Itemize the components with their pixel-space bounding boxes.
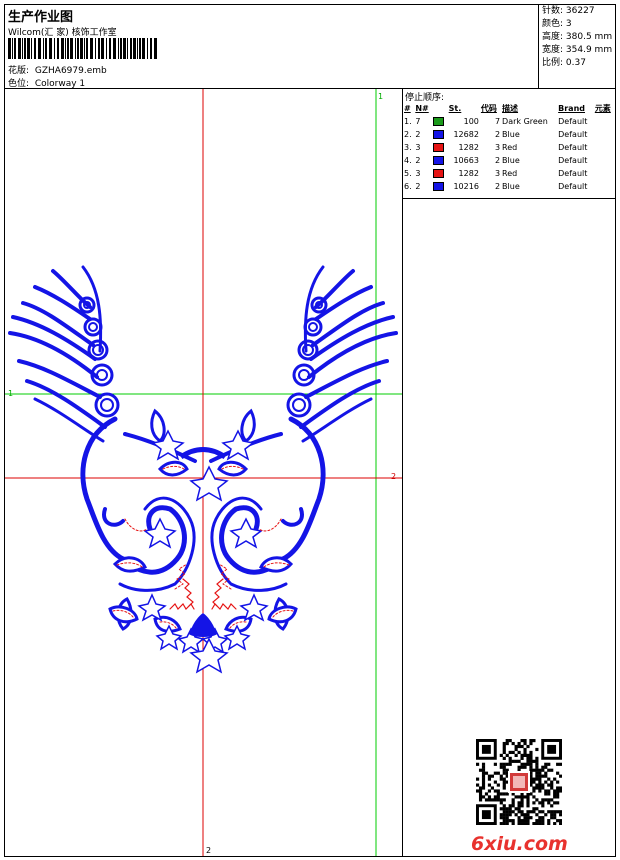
row-brand: Default xyxy=(558,156,588,165)
table-row: 2. 2 12682 2 Blue Default xyxy=(403,128,615,141)
row-description: Red xyxy=(502,143,518,152)
row-needle: 2 xyxy=(415,182,421,191)
color-swatch xyxy=(433,156,445,165)
stat-height: 高度: 380.5 mm xyxy=(542,32,613,42)
row-code: 7 xyxy=(494,117,501,126)
design-left-half xyxy=(8,265,205,654)
row-swatch xyxy=(432,115,447,128)
qr-code xyxy=(476,739,562,825)
row-index: 6. xyxy=(404,182,412,191)
color-swatch xyxy=(433,182,445,191)
pattern-label: 花版: xyxy=(8,66,30,76)
row-stitches: 10216 xyxy=(453,182,479,191)
row-description: Blue xyxy=(502,130,520,139)
table-row: 1. 7 100 7 Dark Green Default xyxy=(403,115,615,128)
row-element xyxy=(594,141,615,154)
col-description: 描述 xyxy=(502,104,519,113)
col-swatch xyxy=(432,102,447,115)
row-element xyxy=(594,167,615,180)
colorway-label: 色位: xyxy=(8,79,30,89)
row-swatch xyxy=(432,167,447,180)
table-header-row: # N# St. 代码 描述 Brand 元素 xyxy=(403,102,615,115)
axis-label-green-vertical: 1 xyxy=(378,92,384,101)
row-needle: 2 xyxy=(415,130,421,139)
col-brand: Brand xyxy=(558,104,586,113)
stop-sequence-table: # N# St. 代码 描述 Brand 元素 1. 7 100 7 Dark Gree… xyxy=(403,102,615,193)
embroidery-design xyxy=(5,89,402,856)
pattern-file-row: 花版: GZHA6979.emb xyxy=(8,63,107,76)
row-needle: 3 xyxy=(415,169,421,178)
col-needle: N# xyxy=(415,104,429,113)
row-index: 5. xyxy=(404,169,412,178)
company-name: Wilcom(汇 家) 核饰工作室 xyxy=(8,28,117,38)
row-stitches: 100 xyxy=(463,117,479,126)
table-divider xyxy=(403,198,615,199)
row-needle: 2 xyxy=(415,156,421,165)
row-index: 3. xyxy=(404,143,412,152)
color-swatch xyxy=(433,130,445,139)
row-needle: 7 xyxy=(415,117,421,126)
table-row: 3. 3 1282 3 Red Default xyxy=(403,141,615,154)
row-element xyxy=(594,180,615,193)
row-description: Dark Green xyxy=(502,117,548,126)
row-description: Red xyxy=(502,169,518,178)
row-swatch xyxy=(432,154,447,167)
row-brand: Default xyxy=(558,182,588,191)
axis-label-red-vertical: 2 xyxy=(206,846,212,855)
col-element: 元素 xyxy=(594,104,611,113)
row-element xyxy=(594,128,615,141)
col-stitches: St. xyxy=(448,104,462,113)
stat-colors: 颜色: 3 xyxy=(542,19,572,29)
stats-panel: 针数: 36227 颜色: 3 高度: 380.5 mm 宽度: 354.9 m… xyxy=(538,5,615,89)
row-stitches: 1282 xyxy=(458,143,479,152)
row-code: 2 xyxy=(494,156,501,165)
row-brand: Default xyxy=(558,117,588,126)
stat-stitches: 针数: 36227 xyxy=(542,6,595,16)
row-code: 3 xyxy=(494,143,501,152)
color-swatch xyxy=(433,117,445,126)
row-description: Blue xyxy=(502,156,520,165)
row-stitches: 12682 xyxy=(453,130,479,139)
row-code: 2 xyxy=(494,182,501,191)
colorway-value: Colorway 1 xyxy=(34,79,86,89)
table-row: 6. 2 10216 2 Blue Default xyxy=(403,180,615,193)
row-swatch xyxy=(432,180,447,193)
row-description: Blue xyxy=(502,182,520,191)
row-index: 2. xyxy=(404,130,412,139)
stat-scale: 比例: 0.37 xyxy=(542,58,586,68)
production-sheet: 生产作业图 Wilcom(汇 家) 核饰工作室 花版: GZHA6979.emb… xyxy=(4,4,616,857)
row-stitches: 10663 xyxy=(453,156,479,165)
row-brand: Default xyxy=(558,143,588,152)
row-brand: Default xyxy=(558,130,588,139)
row-swatch xyxy=(432,141,447,154)
table-row: 5. 3 1282 3 Red Default xyxy=(403,167,615,180)
design-right-half xyxy=(203,267,396,652)
watermark-logo: 6xiu.com xyxy=(471,833,568,855)
row-brand: Default xyxy=(558,169,588,178)
col-code: 代码 xyxy=(480,104,497,113)
color-swatch xyxy=(433,143,445,152)
barcode xyxy=(8,38,157,59)
row-index: 1. xyxy=(404,117,412,126)
row-element xyxy=(594,115,615,128)
page-title: 生产作业图 xyxy=(8,10,74,25)
row-element xyxy=(594,154,615,167)
row-needle: 3 xyxy=(415,143,421,152)
stat-width: 宽度: 354.9 mm xyxy=(542,45,613,55)
table-row: 4. 2 10663 2 Blue Default xyxy=(403,154,615,167)
pattern-value: GZHA6979.emb xyxy=(34,66,107,76)
colorway-row: 色位: Colorway 1 xyxy=(8,76,85,89)
row-index: 4. xyxy=(404,156,412,165)
axis-label-green-horizontal: 1 xyxy=(8,389,14,398)
row-code: 2 xyxy=(494,130,501,139)
row-swatch xyxy=(432,128,447,141)
design-canvas: 1 1 2 2 xyxy=(5,89,403,856)
row-code: 3 xyxy=(494,169,501,178)
stop-sequence-panel: 停止顺序: # N# St. 代码 描述 Brand 元素 1. 7 100 7 Dar… xyxy=(403,89,615,856)
row-stitches: 1282 xyxy=(458,169,479,178)
color-swatch xyxy=(433,169,445,178)
sheet-header: 生产作业图 Wilcom(汇 家) 核饰工作室 花版: GZHA6979.emb… xyxy=(5,5,615,89)
axis-label-red-horizontal: 2 xyxy=(391,472,397,481)
col-index: # xyxy=(404,104,411,113)
